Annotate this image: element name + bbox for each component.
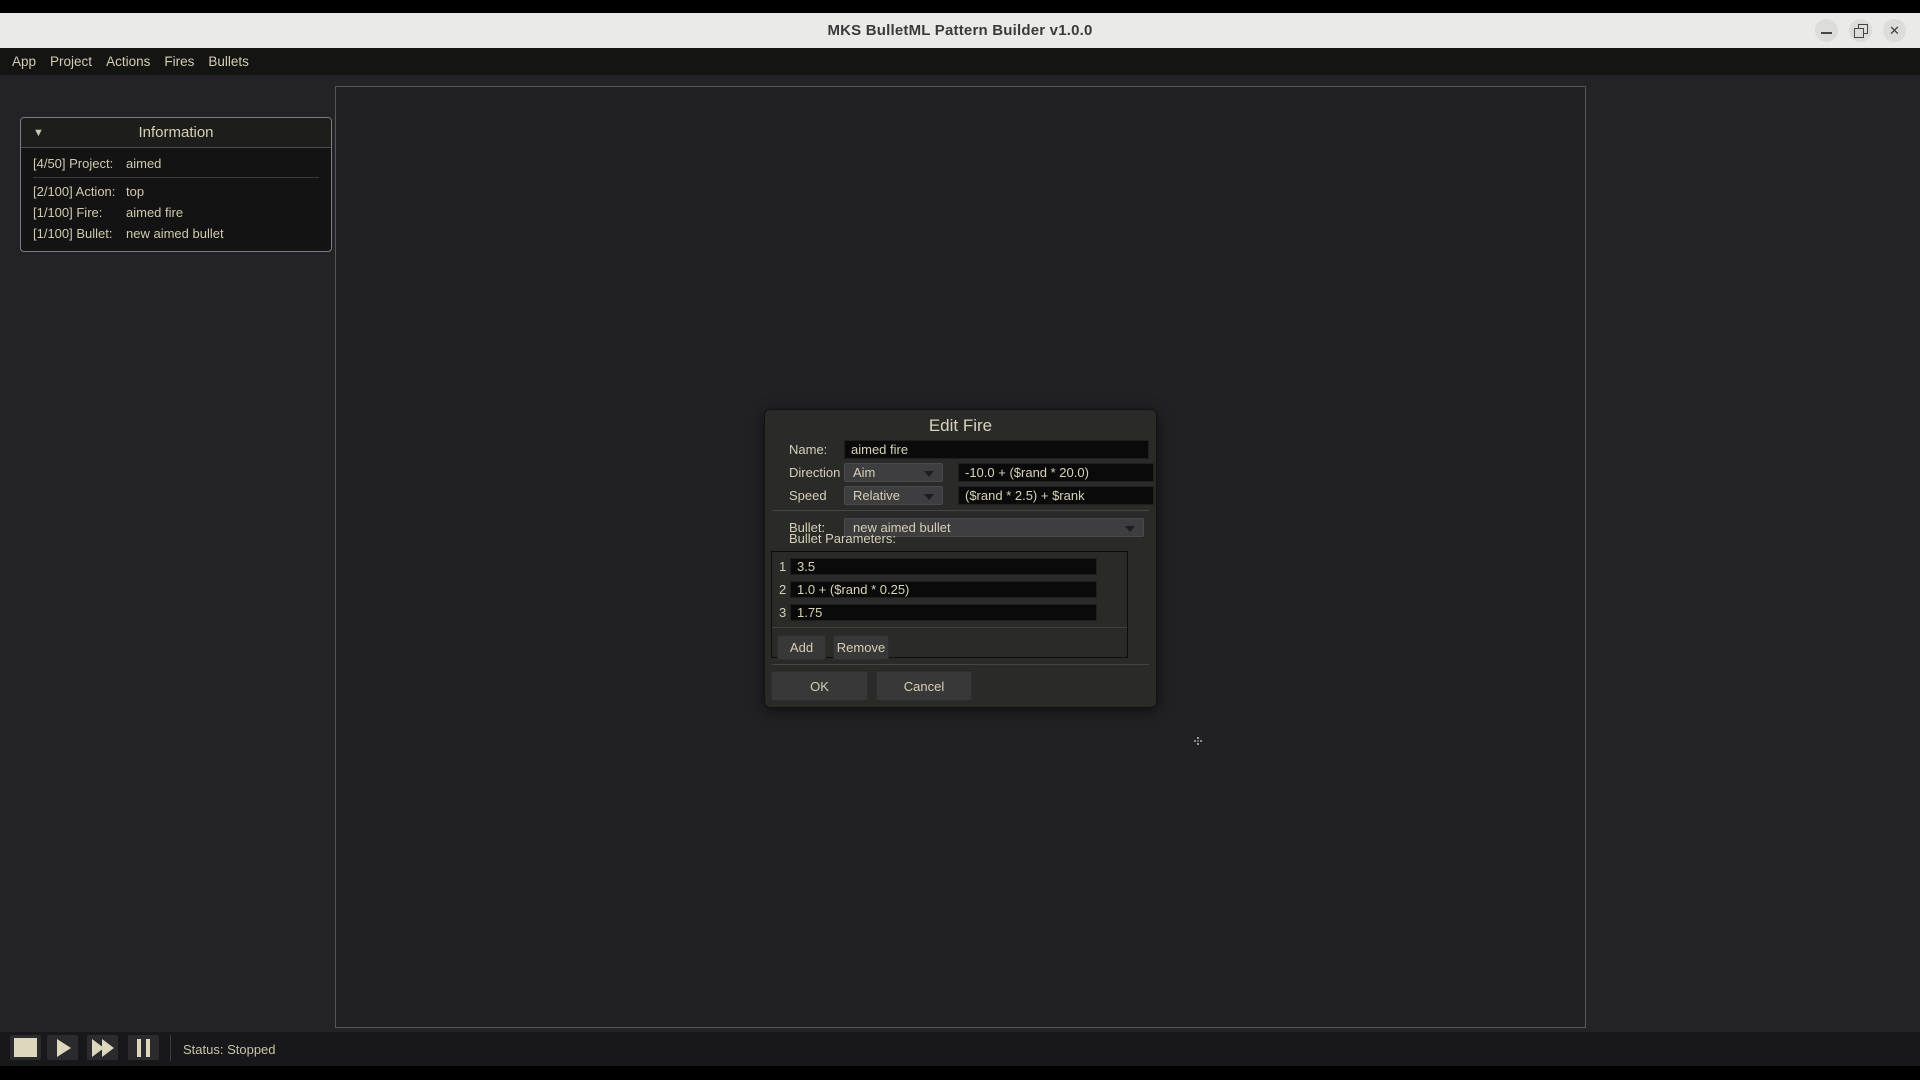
param-input-2[interactable] — [790, 581, 1097, 598]
speed-row: Speed Relative — [789, 484, 1149, 507]
chevron-down-icon — [924, 494, 934, 500]
menu-bullets[interactable]: Bullets — [208, 54, 249, 69]
menu-actions[interactable]: Actions — [106, 54, 150, 69]
restore-button[interactable] — [1849, 19, 1872, 42]
minimize-button[interactable] — [1815, 19, 1838, 42]
speed-label: Speed — [789, 488, 844, 503]
information-panel-body: [4/50] Project: aimed [2/100] Action: to… — [21, 148, 331, 244]
speed-mode-value: Relative — [853, 488, 900, 503]
stop-icon — [14, 1038, 37, 1057]
window-title: MKS BulletML Pattern Builder v1.0.0 — [827, 22, 1092, 39]
menubar: App Project Actions Fires Bullets — [0, 48, 1920, 75]
menu-app[interactable]: App — [12, 54, 36, 69]
form-spacer — [789, 507, 1149, 516]
pause-button[interactable] — [128, 1035, 159, 1060]
remove-param-button[interactable]: Remove — [833, 635, 889, 660]
info-label: [1/100] Bullet: — [33, 226, 125, 241]
speed-expression-input[interactable] — [958, 486, 1154, 505]
edit-fire-dialog: Edit Fire Name: Direction Aim Speed Rela… — [764, 409, 1157, 708]
info-label: [1/100] Fire: — [33, 205, 125, 220]
info-row-fire: [1/100] Fire: aimed fire — [33, 202, 319, 223]
dialog-separator — [772, 664, 1149, 665]
chevron-down-icon — [1125, 526, 1135, 532]
param-row: 3 — [777, 603, 1122, 621]
dialog-actions: OK Cancel — [771, 671, 972, 701]
pause-icon — [137, 1039, 150, 1057]
dialog-separator — [772, 510, 1149, 511]
close-icon: ✕ — [1889, 24, 1900, 37]
param-index: 2 — [777, 582, 790, 597]
info-label: [4/50] Project: — [33, 156, 125, 171]
direction-label: Direction — [789, 465, 844, 480]
bullet-params-box: 1 2 3 Add Remove — [771, 551, 1128, 658]
fast-forward-icon — [92, 1039, 114, 1057]
menu-project[interactable]: Project — [50, 54, 92, 69]
main-area: ▼ Information [4/50] Project: aimed [2/1… — [0, 75, 1920, 1032]
param-row: 1 — [777, 557, 1122, 575]
param-input-3[interactable] — [790, 604, 1097, 621]
window-controls: ✕ — [1815, 13, 1906, 48]
dialog-form: Name: Direction Aim Speed Relative — [789, 438, 1149, 539]
info-value: new aimed bullet — [126, 226, 224, 241]
information-panel-header[interactable]: ▼ Information — [21, 118, 331, 148]
param-row: 2 — [777, 580, 1122, 598]
param-index: 3 — [777, 605, 790, 620]
fast-forward-button[interactable] — [87, 1035, 118, 1060]
info-label: [2/100] Action: — [33, 184, 125, 199]
play-button[interactable] — [47, 1035, 78, 1060]
info-value: aimed — [126, 156, 161, 171]
menu-fires[interactable]: Fires — [164, 54, 194, 69]
params-divider — [772, 627, 1127, 628]
toolbar-divider — [170, 1035, 171, 1061]
bullet-params-label: Bullet Parameters: — [789, 531, 896, 546]
name-label: Name: — [789, 442, 844, 457]
direction-row: Direction Aim — [789, 461, 1149, 484]
speed-mode-select[interactable]: Relative — [844, 486, 943, 505]
name-input[interactable] — [844, 440, 1149, 459]
add-param-button[interactable]: Add — [777, 635, 826, 660]
collapse-icon[interactable]: ▼ — [33, 127, 44, 139]
player-marker — [1197, 740, 1199, 742]
dialog-title: Edit Fire — [765, 410, 1156, 436]
information-panel: ▼ Information [4/50] Project: aimed [2/1… — [20, 117, 332, 252]
info-row-bullet: [1/100] Bullet: new aimed bullet — [33, 223, 319, 244]
param-input-1[interactable] — [790, 558, 1097, 575]
direction-mode-select[interactable]: Aim — [844, 463, 943, 482]
restore-icon — [1856, 27, 1865, 36]
param-index: 1 — [777, 559, 790, 574]
information-panel-title: Information — [138, 124, 213, 141]
info-row-action: [2/100] Action: top — [33, 181, 319, 202]
info-value: top — [126, 184, 144, 199]
info-row-project: [4/50] Project: aimed — [33, 153, 319, 178]
play-icon — [57, 1039, 71, 1057]
ok-button[interactable]: OK — [771, 671, 868, 701]
minimize-icon — [1821, 32, 1832, 34]
titlebar: MKS BulletML Pattern Builder v1.0.0 ✕ — [0, 13, 1920, 48]
name-row: Name: — [789, 438, 1149, 461]
chevron-down-icon — [924, 471, 934, 477]
status-text: Status: Stopped — [183, 1032, 276, 1066]
direction-expression-input[interactable] — [958, 463, 1154, 482]
stop-button[interactable] — [10, 1035, 41, 1060]
info-value: aimed fire — [126, 205, 183, 220]
direction-mode-value: Aim — [853, 465, 875, 480]
cancel-button[interactable]: Cancel — [876, 671, 972, 701]
playback-toolbar: Status: Stopped — [0, 1032, 1920, 1066]
params-buttons: Add Remove — [777, 635, 1127, 660]
close-button[interactable]: ✕ — [1883, 19, 1906, 42]
